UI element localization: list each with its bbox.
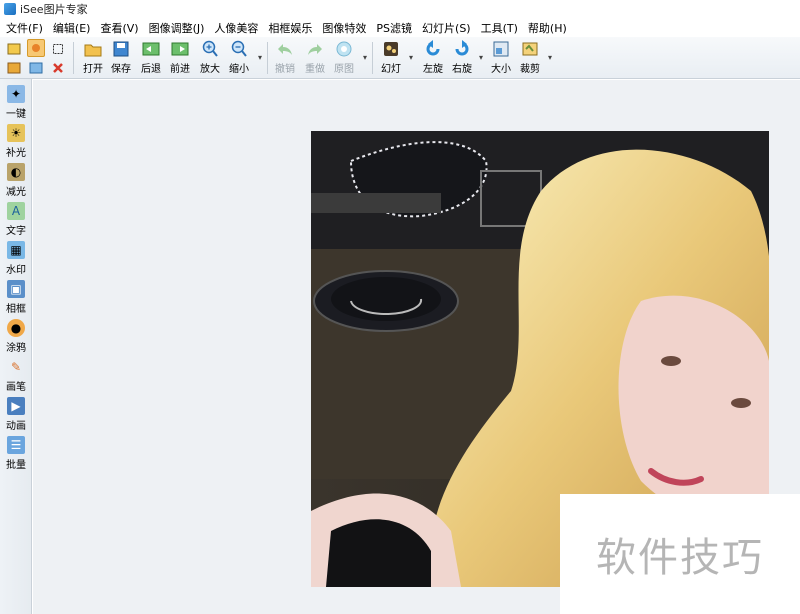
menu-slideshow[interactable]: 幻灯片(S)	[422, 20, 471, 36]
menu-image-adjust[interactable]: 图像调整(J)	[149, 20, 205, 36]
palette-icon: ●	[7, 319, 25, 337]
brighten-icon: ☀	[7, 124, 25, 142]
compare-icon[interactable]	[27, 59, 45, 77]
title-bar: iSee图片专家	[0, 0, 800, 18]
sidebar-item-text[interactable]: A 文字	[0, 200, 32, 238]
forward-button[interactable]: 前进	[163, 40, 197, 78]
undo-dropdown-icon[interactable]: ▾	[363, 53, 367, 62]
film-projector-icon	[382, 40, 400, 58]
zoom-out-button[interactable]: 缩小	[222, 40, 256, 78]
crop-dropdown-icon[interactable]: ▾	[548, 53, 552, 62]
undo-arrow-icon	[276, 40, 294, 58]
batch-icon: ☰	[7, 436, 25, 454]
darken-icon: ◐	[7, 163, 25, 181]
sidebar-item-brush[interactable]: ✎ 画笔	[0, 356, 32, 394]
brush-icon: ✎	[10, 360, 22, 374]
original-image-icon	[335, 40, 353, 58]
menu-portrait-beauty[interactable]: 人像美容	[214, 20, 258, 36]
zoom-dropdown-icon[interactable]: ▾	[258, 53, 262, 62]
rotate-right-button[interactable]: 右旋	[445, 40, 479, 78]
floppy-disk-icon	[112, 40, 130, 58]
sidebar-item-brighten[interactable]: ☀ 补光	[0, 122, 32, 160]
menu-tools[interactable]: 工具(T)	[481, 20, 518, 36]
sidebar-item-one-click[interactable]: ✦ 一键	[0, 83, 32, 121]
watermark-overlay: 软件技巧	[560, 494, 800, 614]
zoom-in-icon	[201, 40, 219, 58]
save-button[interactable]: 保存	[104, 40, 138, 78]
menu-image-effects[interactable]: 图像特效	[322, 20, 366, 36]
watermark-icon: ▦	[7, 241, 25, 259]
undo-button[interactable]: 撤销	[268, 40, 302, 78]
menu-frame-fun[interactable]: 相框娱乐	[268, 20, 312, 36]
menu-ps-filters[interactable]: PS滤镜	[376, 20, 412, 36]
animation-icon: ▶	[7, 397, 25, 415]
rotate-dropdown-icon[interactable]: ▾	[479, 53, 483, 62]
gallery-icon[interactable]	[5, 59, 23, 77]
window-title: iSee图片专家	[20, 3, 88, 16]
menu-file[interactable]: 文件(F)	[6, 20, 43, 36]
forward-image-icon	[171, 40, 189, 58]
sidebar-item-batch[interactable]: ☰ 批量	[0, 434, 32, 472]
slideshow-button[interactable]: 幻灯	[374, 40, 408, 78]
menu-view[interactable]: 查看(V)	[100, 20, 138, 36]
slideshow-dropdown-icon[interactable]: ▾	[409, 53, 413, 62]
rotate-left-icon	[424, 40, 442, 58]
watermark-text: 软件技巧	[596, 535, 764, 581]
main-toolbar: 打开 保存 后退 前进 放大 缩小 ▾ 撤销 重做 原图 ▾ 幻灯 ▾ 左旋 右…	[0, 37, 800, 79]
resize-icon	[492, 40, 510, 58]
back-image-icon	[142, 40, 160, 58]
menu-help[interactable]: 帮助(H)	[528, 20, 567, 36]
sidebar-item-watermark[interactable]: ▦ 水印	[0, 239, 32, 277]
browse-mode-icon[interactable]	[5, 40, 23, 58]
original-button[interactable]: 原图	[327, 40, 361, 78]
menu-bar: 文件(F) 编辑(E) 查看(V) 图像调整(J) 人像美容 相框娱乐 图像特效…	[0, 18, 800, 37]
sidebar-item-animation[interactable]: ▶ 动画	[0, 395, 32, 433]
select-tool-icon[interactable]	[49, 40, 67, 58]
menu-edit[interactable]: 编辑(E)	[53, 20, 91, 36]
magic-wand-icon: ✦	[7, 85, 25, 103]
hand-tool-icon[interactable]	[27, 39, 45, 57]
left-toolbar: ✦ 一键 ☀ 补光 ◐ 减光 A 文字 ▦ 水印 ▣ 相框 ● 涂鸦 ✎ 画笔 …	[0, 79, 32, 614]
frame-icon: ▣	[7, 280, 25, 298]
crop-button[interactable]: 裁剪	[513, 40, 547, 78]
crop-icon	[521, 40, 539, 58]
sidebar-item-doodle[interactable]: ● 涂鸦	[0, 317, 32, 355]
app-logo-icon	[4, 3, 16, 15]
delete-icon[interactable]	[49, 59, 67, 77]
text-icon: A	[7, 202, 25, 220]
rotate-right-icon	[453, 40, 471, 58]
folder-icon	[84, 40, 102, 58]
sidebar-item-darken[interactable]: ◐ 减光	[0, 161, 32, 199]
zoom-out-icon	[230, 40, 248, 58]
sidebar-item-frame[interactable]: ▣ 相框	[0, 278, 32, 316]
redo-arrow-icon	[306, 40, 324, 58]
